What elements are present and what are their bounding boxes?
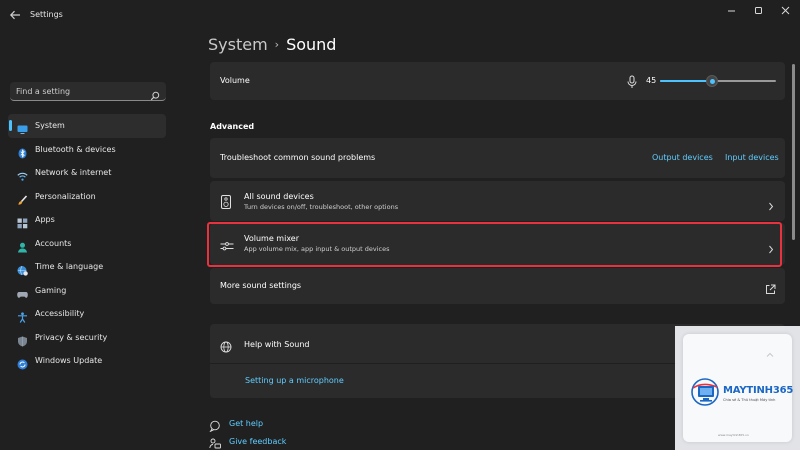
- active-indicator: [9, 120, 12, 131]
- monitor-icon: [17, 120, 28, 134]
- watermark-overlay: MAYTINH365 Chia sẻ & Thủ thuật Máy tính …: [675, 326, 800, 450]
- accessibility-icon: [17, 308, 28, 323]
- gamepad-icon: [17, 285, 28, 298]
- sidebar-item-label: Personalization: [35, 191, 96, 201]
- help-title: Help with Sound: [244, 340, 310, 349]
- highlight-annotation: [207, 222, 782, 267]
- sidebar-item-label: Privacy & security: [35, 332, 108, 342]
- all-sound-devices-subtitle: Turn devices on/off, troubleshoot, other…: [244, 203, 399, 211]
- update-icon: [17, 355, 28, 370]
- speaker-device-icon: [221, 194, 231, 209]
- more-sound-settings-row[interactable]: More sound settings: [210, 268, 785, 304]
- give-feedback-link[interactable]: Give feedback: [208, 434, 288, 449]
- give-feedback-label[interactable]: Give feedback: [229, 437, 286, 446]
- troubleshoot-label: Troubleshoot common sound problems: [220, 153, 376, 162]
- sidebar-item-label: Network & internet: [35, 168, 112, 177]
- sidebar-item-label: Gaming: [35, 285, 67, 295]
- feedback-icon: [209, 435, 221, 449]
- sidebar-item-gaming[interactable]: Gaming: [8, 279, 166, 303]
- search-icon[interactable]: [150, 86, 160, 101]
- close-icon[interactable]: [776, 3, 796, 17]
- microphone-icon[interactable]: [626, 74, 638, 88]
- search-input[interactable]: [16, 82, 146, 100]
- get-help-label[interactable]: Get help: [229, 419, 263, 428]
- person-icon: [17, 238, 28, 252]
- sidebar-item-label: Accounts: [35, 238, 72, 248]
- sidebar-item-label: System: [35, 121, 65, 130]
- sidebar-item-system[interactable]: System: [8, 114, 166, 138]
- volume-slider[interactable]: [660, 75, 776, 87]
- watermark-tagline: Chia sẻ & Thủ thuật Máy tính: [723, 398, 776, 402]
- globe-icon: [220, 338, 232, 353]
- all-sound-devices-row[interactable]: All sound devices Turn devices on/off, t…: [210, 181, 785, 221]
- sidebar-item-bluetooth[interactable]: Bluetooth & devices: [8, 138, 166, 162]
- watermark-brand: MAYTINH365: [723, 385, 794, 396]
- wifi-icon: [17, 167, 28, 181]
- help-chat-icon: [209, 417, 221, 433]
- get-help-link[interactable]: Get help: [208, 416, 268, 433]
- sidebar-item-label: Bluetooth & devices: [35, 144, 116, 154]
- sidebar-item-label: Apps: [35, 215, 55, 224]
- maximize-icon[interactable]: [749, 3, 769, 17]
- breadcrumb-parent[interactable]: System: [208, 35, 268, 54]
- volume-label: Volume: [220, 76, 250, 85]
- shield-icon: [17, 332, 28, 346]
- back-arrow-icon[interactable]: [8, 7, 22, 21]
- sidebar-nav: System Bluetooth & devices Network & int…: [8, 114, 166, 373]
- chevron-right-icon: [768, 196, 774, 211]
- sidebar-item-label: Windows Update: [35, 356, 103, 365]
- sidebar-item-windows-update[interactable]: Windows Update: [8, 349, 166, 373]
- minimize-icon[interactable]: [722, 3, 742, 17]
- sidebar-item-accounts[interactable]: Accounts: [8, 232, 166, 256]
- sidebar-item-privacy[interactable]: Privacy & security: [8, 326, 166, 350]
- sidebar-item-accessibility[interactable]: Accessibility: [8, 302, 166, 326]
- volume-value: 45: [646, 76, 657, 85]
- advanced-heading: Advanced: [210, 122, 255, 131]
- app-title: Settings: [30, 10, 63, 19]
- more-sound-settings-label: More sound settings: [220, 281, 302, 290]
- title-bar: Settings: [0, 0, 800, 30]
- sidebar-item-apps[interactable]: Apps: [8, 208, 166, 232]
- chevron-up-icon: [765, 344, 775, 357]
- globe-clock-icon: [17, 261, 28, 276]
- brush-icon: [17, 191, 28, 205]
- search-box[interactable]: [10, 82, 166, 101]
- bluetooth-icon: [17, 144, 28, 158]
- input-devices-link[interactable]: Input devices: [725, 153, 779, 162]
- watermark-card: MAYTINH365 Chia sẻ & Thủ thuật Máy tính: [683, 334, 794, 442]
- page-title: Sound: [286, 35, 337, 54]
- maytinh365-logo-icon: [689, 376, 723, 412]
- breadcrumb: System › Sound: [208, 35, 336, 54]
- troubleshoot-card: Troubleshoot common sound problems Outpu…: [210, 138, 785, 178]
- scrollbar[interactable]: [792, 64, 795, 244]
- open-external-icon: [765, 280, 776, 294]
- sidebar-item-label: Accessibility: [35, 309, 85, 318]
- volume-slider-fill: [660, 80, 713, 82]
- output-devices-link[interactable]: Output devices: [652, 153, 713, 162]
- watermark-url: www.maytinh365.vn: [718, 433, 749, 437]
- sidebar-item-time-language[interactable]: Time & language: [8, 255, 166, 279]
- apps-icon: [17, 214, 28, 229]
- scrollbar-thumb[interactable]: [792, 64, 795, 240]
- sidebar-item-personalization[interactable]: Personalization: [8, 185, 166, 209]
- sidebar-item-label: Time & language: [35, 262, 104, 271]
- sidebar-item-network[interactable]: Network & internet: [8, 161, 166, 185]
- setup-microphone-link[interactable]: Setting up a microphone: [245, 376, 344, 385]
- breadcrumb-separator: ›: [274, 38, 280, 51]
- all-sound-devices-title: All sound devices: [244, 192, 314, 201]
